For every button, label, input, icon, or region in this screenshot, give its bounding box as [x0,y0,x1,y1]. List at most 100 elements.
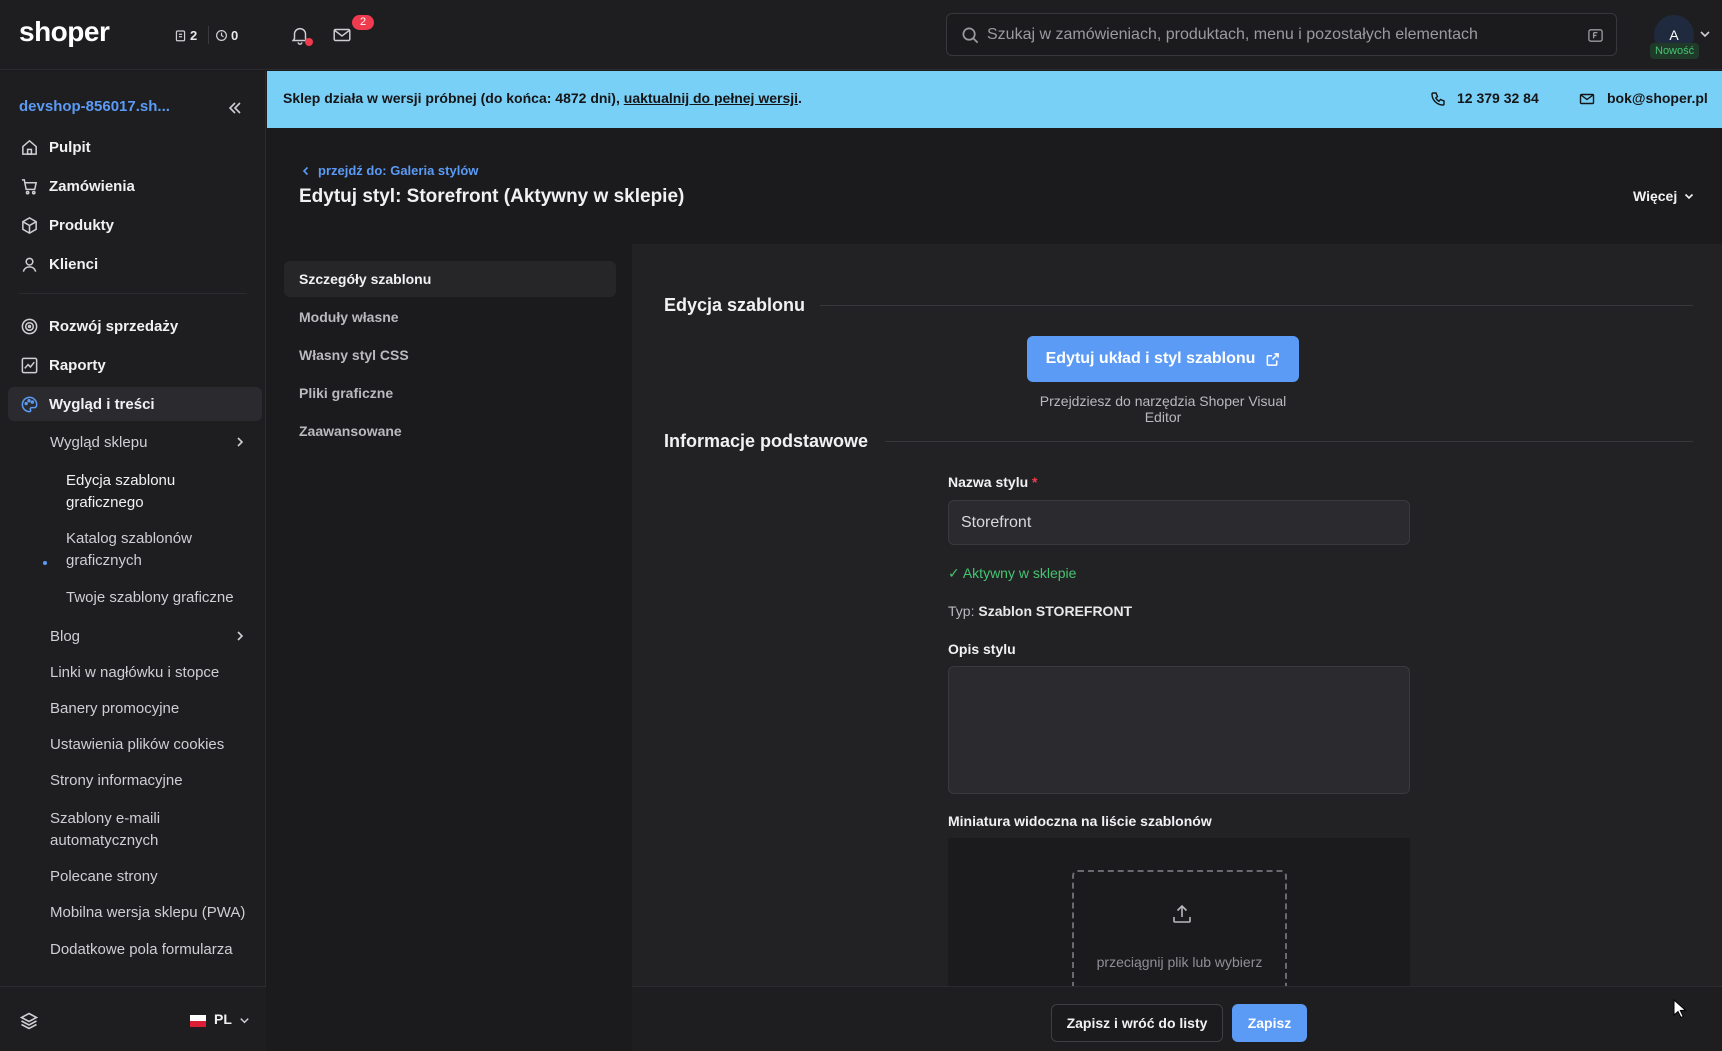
mouse-cursor-icon [1673,999,1687,1019]
tab-moduly-wlasne[interactable]: Moduły własne [284,299,616,335]
sidebar-item-produkty[interactable]: Produkty [8,208,262,242]
sidebar-item-raporty[interactable]: Raporty [8,348,262,382]
sidebar-sub-wyglad-sklepu[interactable]: Wygląd sklepu [50,432,250,454]
new-badge: Nowość [1650,43,1700,59]
style-name-label: Nazwa stylu * [948,474,1037,490]
search-icon [962,27,979,44]
sidebar-sub-banery[interactable]: Banery promocyjne [50,698,250,720]
section-title-basic-info: Informacje podstawowe [664,431,869,451]
target-icon [21,318,38,334]
phone-icon [1431,92,1445,106]
layers-icon[interactable] [19,1011,39,1031]
visual-editor-hint: Przejdziesz do narzędzia Shoper Visual E… [1039,393,1287,425]
chevron-right-icon [237,631,244,641]
sidebar-sub-katalog-szablonow[interactable]: Katalog szablonów graficznych [66,528,246,572]
mail-badge: 2 [352,15,374,30]
orders-counter[interactable]: 2 [174,25,197,45]
counter-divider [208,26,209,44]
global-search[interactable] [946,13,1617,56]
file-dropzone[interactable]: przeciągnij plik lub wybierz [1072,870,1287,988]
cart-icon [21,178,38,195]
sidebar-sub-pwa[interactable]: Mobilna wersja sklepu (PWA) [50,902,250,924]
support-phone[interactable]: 12 379 32 84 [1457,90,1539,106]
tab-zaawansowane[interactable]: Zaawansowane [284,413,616,449]
sidebar-sub-twoje-szablony[interactable]: Twoje szablony graficzne [66,587,246,609]
user-icon [22,257,37,272]
notification-dot [305,38,313,46]
chevron-down-icon[interactable] [238,1014,251,1027]
sidebar-sub-dodatkowe-pola[interactable]: Dodatkowe pola formularza [50,939,250,961]
sidebar-item-label: Wygląd i treści [49,395,155,413]
mail-icon [1579,93,1595,105]
trial-banner: Sklep działa w wersji próbnej (do końca:… [267,71,1722,128]
upgrade-link[interactable]: uaktualnij do pełnej wersji [624,90,798,106]
dropzone-text: przeciągnij plik lub wybierz [1096,954,1263,970]
sidebar-item-label: Produkty [49,216,115,234]
language-select[interactable]: PL [214,1011,232,1027]
active-status: ✓ Aktywny w sklepie [948,565,1077,581]
form-actions-bar: Zapisz i wróć do listy Zapisz [632,986,1722,1051]
required-mark: * [1032,474,1038,490]
sidebar-footer: PL [0,986,266,1051]
sidebar-item-label: Raporty [49,356,106,374]
save-button[interactable]: Zapisz [1232,1004,1307,1042]
sidebar-item-label: Rozwój sprzedaży [49,317,179,335]
style-description-textarea[interactable] [948,666,1410,794]
sidebar-sub-szablony-emaili[interactable]: Szablony e-maili automatycznych [50,808,250,852]
tab-szczegoly-szablonu[interactable]: Szczegóły szablonu [284,261,616,297]
upload-icon [1173,904,1191,923]
current-indicator [43,561,47,565]
sidebar-sub-edycja-szablonu[interactable]: Edycja szablonu graficznego [66,470,246,514]
page-title: Edytuj styl: Storefront (Aktywny w sklep… [299,186,685,207]
pending-counter[interactable]: 0 [215,25,238,45]
tab-pliki-graficzne[interactable]: Pliki graficzne [284,375,616,411]
thumbnail-label: Miniatura widoczna na liście szablonów [948,813,1212,829]
sidebar-sub-linki[interactable]: Linki w nagłówku i stopce [50,662,250,684]
section-title-template-edit: Edycja szablonu [664,295,806,315]
sidebar-sub-blog[interactable]: Blog [50,626,250,648]
chevron-right-icon [237,437,244,447]
sidebar-item-pulpit[interactable]: Pulpit [8,130,262,164]
top-bar: shoper 2 0 2 A Nowość [0,0,1722,70]
chart-icon [21,357,38,373]
search-input[interactable] [987,14,1567,55]
template-type: Typ: Szablon STOREFRONT [948,603,1132,619]
palette-icon [21,396,38,412]
keyboard-shortcut-icon [1588,29,1603,42]
tab-wlasny-styl-css[interactable]: Własny styl CSS [284,337,616,373]
sidebar: devshop-856017.sh... Pulpit Zamówienia P… [0,71,266,1051]
edit-layout-button[interactable]: Edytuj układ i styl szablonu [1027,336,1299,382]
more-button[interactable]: Więcej [1633,188,1695,204]
box-icon [22,216,37,234]
home-icon [22,139,37,155]
thumbnail-upload-area: przeciągnij plik lub wybierz [948,838,1410,988]
sidebar-sub-polecane-strony[interactable]: Polecane strony [50,866,250,888]
flag-pl-icon [190,1015,206,1027]
trial-text: Sklep działa w wersji próbnej (do końca:… [283,90,624,106]
trial-message: Sklep działa w wersji próbnej (do końca:… [283,90,802,106]
shop-name[interactable]: devshop-856017.sh... [19,98,170,115]
chevron-down-icon[interactable] [1698,27,1712,41]
sidebar-item-klienci[interactable]: Klienci [8,247,262,281]
style-description-label: Opis stylu [948,641,1016,657]
collapse-sidebar-icon[interactable] [225,98,245,118]
trial-text-end: . [798,90,802,106]
shoper-logo[interactable]: shoper [19,16,110,48]
save-and-back-button[interactable]: Zapisz i wróć do listy [1051,1004,1223,1042]
chevron-left-icon [302,166,309,175]
sidebar-sub-cookies[interactable]: Ustawienia plików cookies [50,734,250,756]
type-value: Szablon STOREFRONT [978,603,1133,619]
edit-layout-label: Edytuj układ i styl szablonu [1045,350,1256,367]
sidebar-item-rozwoj-sprzedazy[interactable]: Rozwój sprzedaży [8,309,262,343]
sidebar-item-zamowienia[interactable]: Zamówienia [8,169,262,203]
more-label: Więcej [1633,188,1678,204]
sidebar-sub-strony-informacyjne[interactable]: Strony informacyjne [50,770,250,792]
mail-icon[interactable] [331,24,353,46]
clock-icon [216,29,227,41]
back-link-label: przejdź do: Galeria stylów [318,163,479,178]
back-to-gallery-link[interactable]: przejdź do: Galeria stylów [300,163,478,178]
support-email[interactable]: bok@shoper.pl [1607,90,1708,106]
sidebar-item-wyglad-i-tresci[interactable]: Wygląd i treści [8,387,262,421]
content-panel: Edycja szablonu Edytuj układ i styl szab… [632,244,1722,988]
style-name-input[interactable] [948,500,1410,545]
